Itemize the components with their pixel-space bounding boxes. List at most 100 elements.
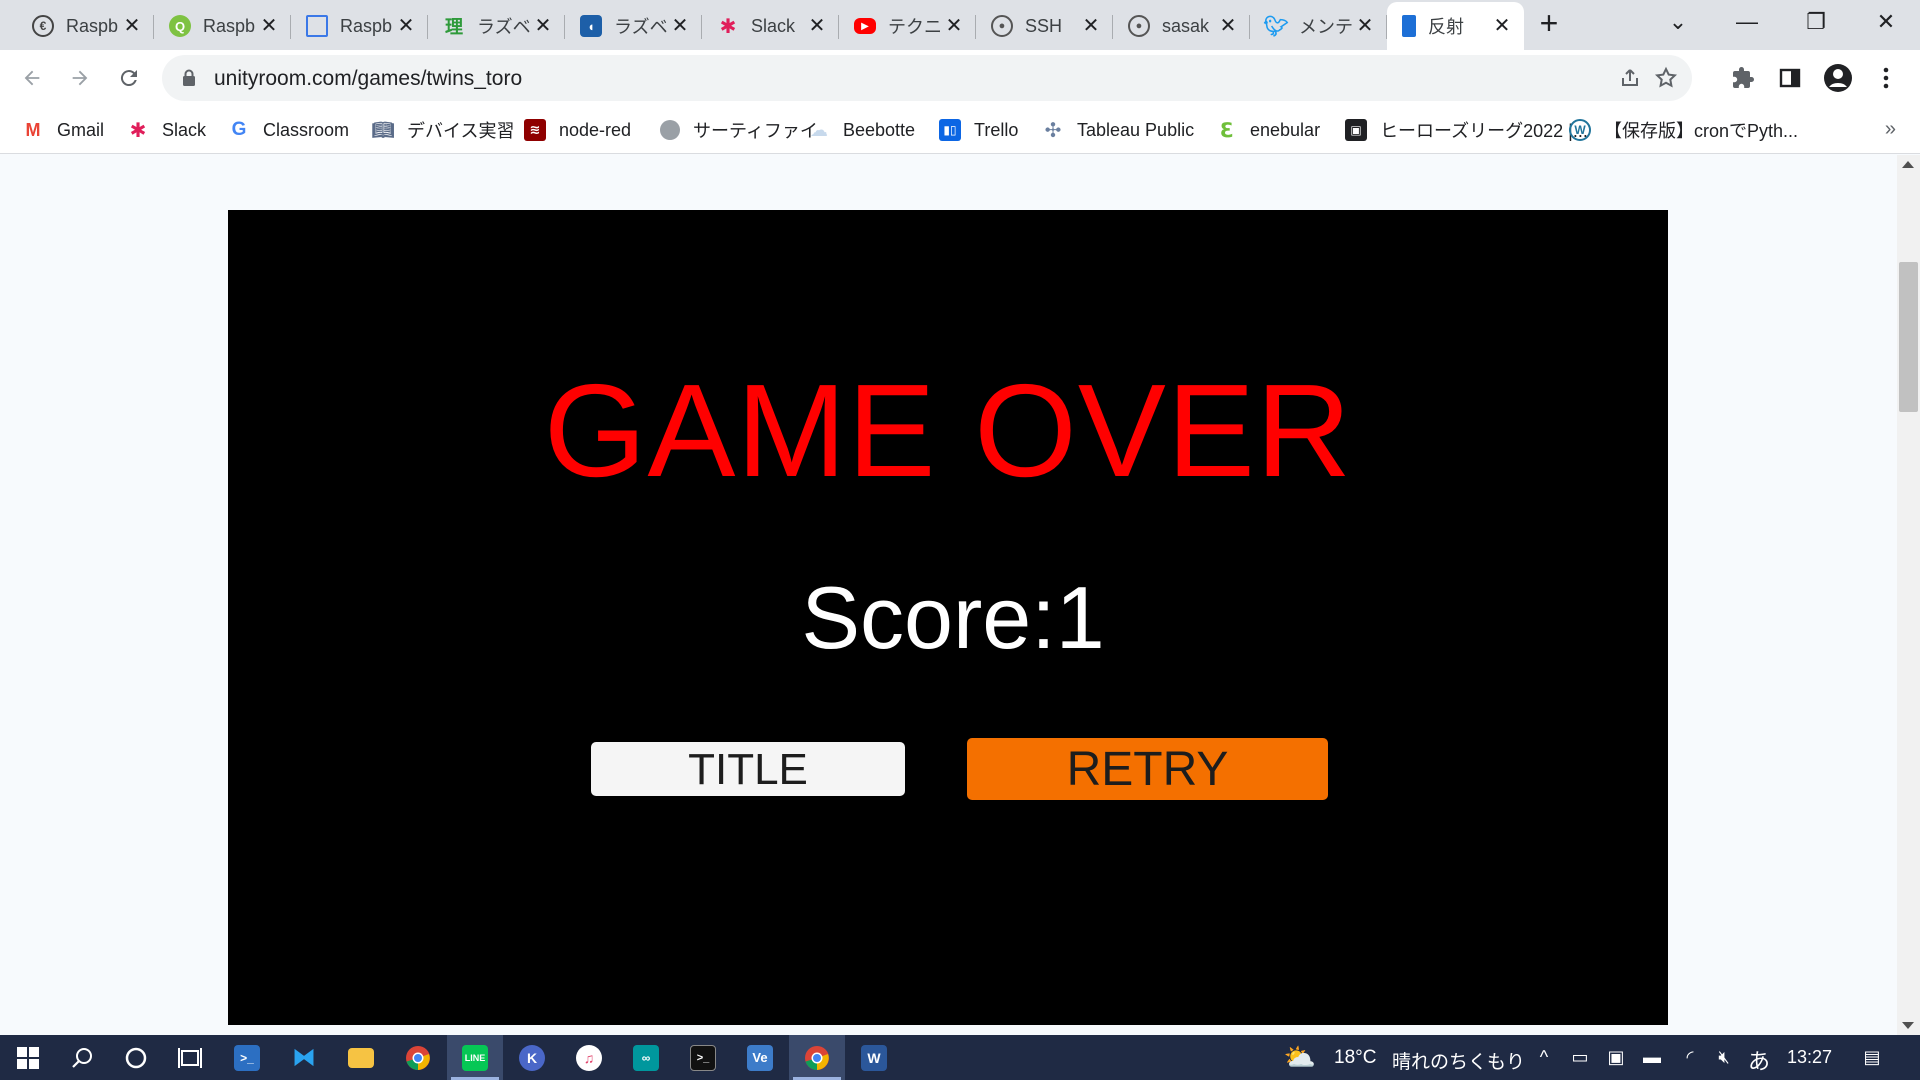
bookmark-enebular[interactable]: ℇ enebular <box>1215 116 1320 144</box>
bookmark-certify[interactable]: サーティファイ <box>660 116 818 144</box>
back-arrow-icon <box>24 70 40 86</box>
clock[interactable]: 13:27 <box>1787 1047 1832 1068</box>
taskbar-chrome-2[interactable] <box>789 1035 845 1080</box>
weather-temp[interactable]: 18°C <box>1334 1047 1376 1069</box>
weather-icon[interactable]: ⛅ <box>1284 1042 1316 1072</box>
folder-icon <box>348 1047 374 1068</box>
tab-3[interactable]: 理 ラズベ ✕ <box>428 2 565 50</box>
search-button[interactable] <box>54 1035 110 1080</box>
back-button[interactable] <box>16 62 48 94</box>
tab-search-chevron-icon[interactable]: ⌄ <box>1644 0 1712 44</box>
close-icon[interactable]: ✕ <box>122 16 142 36</box>
unityroom-icon <box>1402 15 1416 37</box>
bookmark-device[interactable]: 📖︎ デバイス実習 <box>372 116 515 144</box>
url-text[interactable]: unityroom.com/games/twins_toro <box>214 67 522 91</box>
share-icon[interactable] <box>1615 63 1645 93</box>
bookmark-heroes-league[interactable]: ▣ ヒーローズリーグ2022 |... <box>1345 116 1588 144</box>
battery-icon[interactable]: ▬ <box>1640 1045 1664 1069</box>
word-icon: W <box>861 1044 887 1071</box>
reload-button[interactable] <box>113 62 145 94</box>
taskbar-powershell[interactable]: >_ <box>219 1035 275 1080</box>
bookmark-tableau[interactable]: ✣ Tableau Public <box>1042 116 1194 144</box>
tab-2[interactable]: Raspb ✕ <box>291 2 428 50</box>
ime-indicator[interactable]: あ <box>1748 1044 1770 1076</box>
bookmark-cron-python[interactable]: W 【保存版】cronでPyth... <box>1569 116 1798 144</box>
taskbar-chrome-1[interactable] <box>390 1035 446 1080</box>
bookmark-beebotte[interactable]: ☁ Beebotte <box>808 116 915 144</box>
minimize-button[interactable]: — <box>1713 0 1781 44</box>
forward-button[interactable] <box>64 62 96 94</box>
side-panel-icon[interactable] <box>1774 62 1806 94</box>
tab-0[interactable]: € Raspb ✕ <box>17 2 154 50</box>
close-icon[interactable]: ✕ <box>1492 16 1512 36</box>
bookmark-slack[interactable]: ✱ Slack <box>127 116 206 144</box>
game-canvas[interactable]: GAME OVER Score:1 TITLE RETRY <box>228 210 1668 1025</box>
close-icon[interactable]: ✕ <box>670 16 690 36</box>
tab-4[interactable]: ◖ ラズベ ✕ <box>565 2 702 50</box>
cortana-button[interactable] <box>108 1035 164 1080</box>
close-window-button[interactable]: ✕ <box>1852 0 1920 44</box>
page-scrollbar[interactable] <box>1897 155 1920 1035</box>
close-icon[interactable]: ✕ <box>944 16 964 36</box>
tab-10-active[interactable]: 反射 ✕ <box>1387 2 1524 50</box>
taskbar-vscode[interactable]: ⧓ <box>276 1035 332 1080</box>
taskbar-vnc[interactable]: Ve <box>732 1035 788 1080</box>
wifi-icon[interactable]: ◜ <box>1678 1045 1702 1069</box>
bookmark-label: enebular <box>1250 119 1321 140</box>
meet-now-icon[interactable]: ▭ <box>1568 1045 1592 1069</box>
taskbar-itunes[interactable]: ♫ <box>561 1035 617 1080</box>
close-icon[interactable]: ✕ <box>1081 16 1101 36</box>
profile-avatar-icon[interactable] <box>1822 62 1854 94</box>
tab-1[interactable]: Q Raspb ✕ <box>154 2 291 50</box>
reload-icon <box>120 70 137 87</box>
tab-9[interactable]: 🐦︎ メンテ ✕ <box>1250 2 1387 50</box>
terminal-icon: >_ <box>690 1044 716 1071</box>
bookmark-gmail[interactable]: M Gmail <box>22 116 105 144</box>
vscode-icon: ⧓ <box>292 1044 316 1071</box>
tab-5[interactable]: ✱ Slack ✕ <box>702 2 839 50</box>
tab-title: ラズベ <box>614 17 668 37</box>
restore-button[interactable]: ❐ <box>1782 0 1850 44</box>
start-button[interactable] <box>0 1035 56 1080</box>
windows-taskbar: >_ ⧓ LINE K ♫ ∞ >_ Ve W ⛅ 18°C 晴れのちくもり ^… <box>0 1035 1920 1080</box>
extensions-puzzle-icon[interactable] <box>1727 62 1759 94</box>
taskbar-file-explorer[interactable] <box>333 1035 389 1080</box>
chevron-up-icon[interactable]: ^ <box>1532 1045 1556 1069</box>
task-view-button[interactable] <box>162 1035 218 1080</box>
bookmark-trello[interactable]: ▮▯ Trello <box>939 116 1018 144</box>
screen-icon[interactable]: ▣ <box>1604 1045 1628 1069</box>
close-icon[interactable]: ✕ <box>807 16 827 36</box>
close-icon[interactable]: ✕ <box>1218 16 1238 36</box>
notification-icon[interactable]: ▤ <box>1860 1045 1884 1069</box>
tab-8[interactable]: ● sasak ✕ <box>1113 2 1250 50</box>
tab-6[interactable]: ▶ テクニ ✕ <box>839 2 976 50</box>
taskbar-k-app[interactable]: K <box>504 1035 560 1080</box>
tab-title: テクニ <box>888 17 942 37</box>
more-bookmarks-chevron-icon[interactable]: » <box>1885 118 1896 141</box>
close-icon[interactable]: ✕ <box>1355 16 1375 36</box>
scroll-thumb[interactable] <box>1899 262 1918 412</box>
title-button[interactable]: TITLE <box>591 742 905 796</box>
lock-icon[interactable] <box>182 69 196 87</box>
volume-muted-icon[interactable]: 🔇︎ <box>1712 1045 1736 1069</box>
green-q-icon: Q <box>169 15 191 37</box>
retry-button[interactable]: RETRY <box>967 738 1328 800</box>
close-icon[interactable]: ✕ <box>259 16 279 36</box>
address-bar[interactable]: unityroom.com/games/twins_toro <box>162 55 1692 101</box>
close-icon[interactable]: ✕ <box>533 16 553 36</box>
taskbar-terminal[interactable]: >_ <box>675 1035 731 1080</box>
new-tab-button[interactable]: + <box>1532 7 1566 41</box>
taskbar-line[interactable]: LINE <box>447 1035 503 1080</box>
tab-7[interactable]: ● SSH ✕ <box>976 2 1113 50</box>
task-view-icon <box>178 1047 202 1068</box>
taskbar-arduino[interactable]: ∞ <box>618 1035 674 1080</box>
weather-text[interactable]: 晴れのちくもり <box>1392 1047 1525 1074</box>
bookmark-classroom[interactable]: G Classroom <box>228 116 349 144</box>
bookmark-node-red[interactable]: ≋ node-red <box>524 116 631 144</box>
chrome-menu-icon[interactable] <box>1870 62 1902 94</box>
scroll-up-arrow-icon[interactable] <box>1902 161 1914 168</box>
taskbar-word[interactable]: W <box>846 1035 902 1080</box>
star-icon[interactable] <box>1651 63 1681 93</box>
close-icon[interactable]: ✕ <box>396 16 416 36</box>
scroll-down-arrow-icon[interactable] <box>1902 1022 1914 1029</box>
